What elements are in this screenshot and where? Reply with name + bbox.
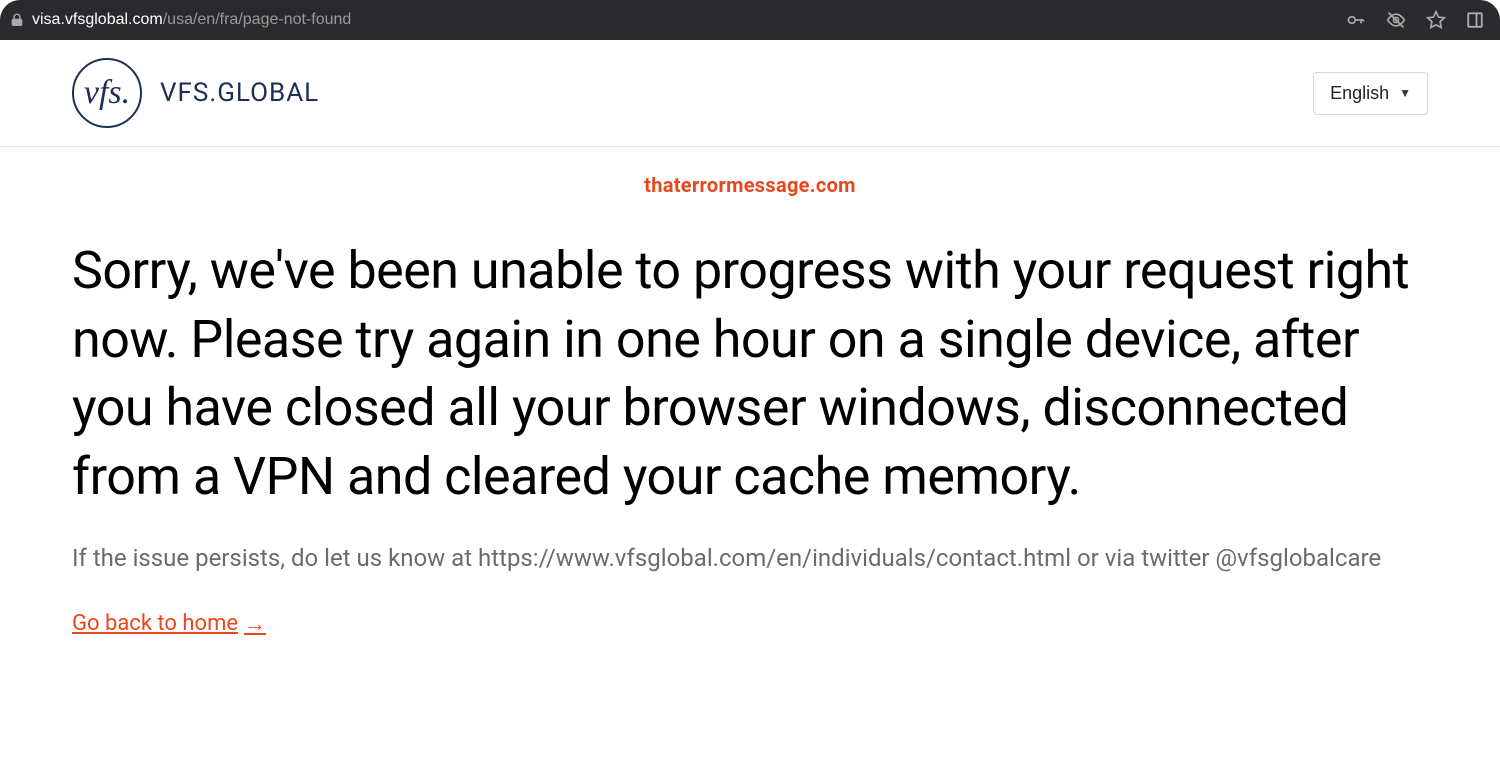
- url-domain: visa.vfsglobal.com: [32, 11, 163, 28]
- language-selector[interactable]: English ▼: [1313, 72, 1428, 115]
- language-label: English: [1330, 83, 1389, 104]
- key-icon[interactable]: [1346, 10, 1366, 30]
- site-header: vfs. VFS.GLOBAL English ▼: [0, 40, 1500, 147]
- url-display[interactable]: visa.vfsglobal.com/usa/en/fra/page-not-f…: [32, 11, 351, 29]
- logo-circle-icon: vfs.: [72, 58, 142, 128]
- browser-address-bar: visa.vfsglobal.com/usa/en/fra/page-not-f…: [0, 0, 1500, 40]
- lock-icon: [10, 13, 24, 27]
- logo[interactable]: vfs. VFS.GLOBAL: [72, 58, 319, 128]
- error-subtext: If the issue persists, do let us know at…: [72, 540, 1428, 577]
- chevron-down-icon: ▼: [1399, 86, 1411, 100]
- panel-icon[interactable]: [1466, 11, 1484, 29]
- star-icon[interactable]: [1426, 10, 1446, 30]
- error-heading: Sorry, we've been unable to progress wit…: [72, 237, 1428, 512]
- arrow-right-icon: →: [244, 611, 266, 637]
- logo-brand-text: VFS.GLOBAL: [160, 78, 319, 108]
- go-home-link[interactable]: Go back to home →: [72, 611, 266, 637]
- watermark-text: thaterrormessage.com: [0, 173, 1500, 197]
- go-home-label: Go back to home: [72, 611, 238, 636]
- logo-script-text: vfs.: [84, 76, 130, 110]
- url-path: /usa/en/fra/page-not-found: [163, 11, 352, 28]
- main-content: Sorry, we've been unable to progress wit…: [0, 197, 1500, 677]
- eye-off-icon[interactable]: [1386, 10, 1406, 30]
